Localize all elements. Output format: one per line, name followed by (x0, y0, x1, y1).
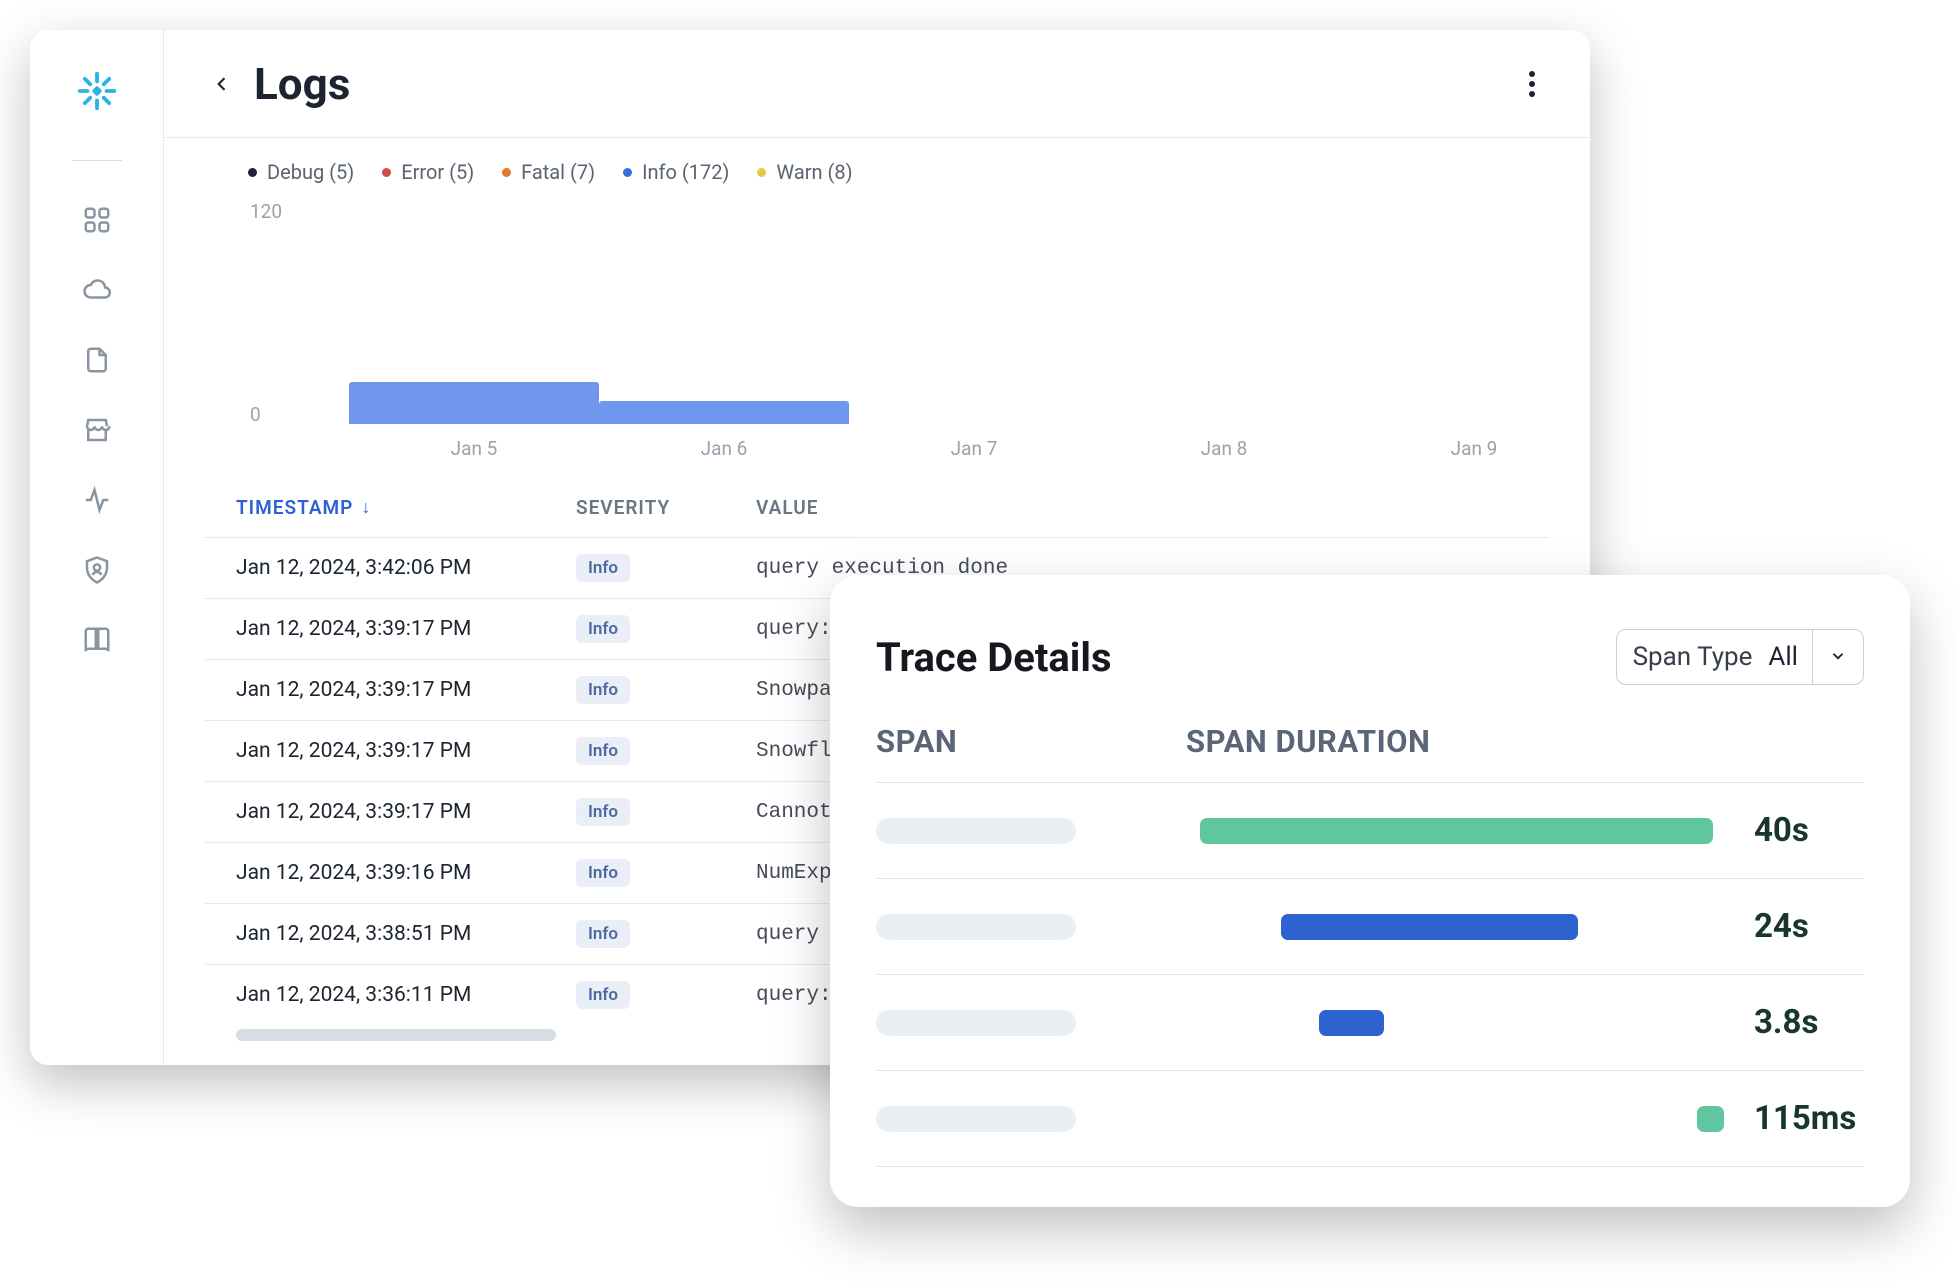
apps-icon[interactable] (80, 203, 114, 237)
column-header-value[interactable]: VALUE (756, 496, 1518, 519)
legend-label: Debug (5) (267, 160, 354, 184)
duration-label: 40s (1754, 811, 1864, 850)
span-name-placeholder (876, 914, 1076, 940)
trace-row[interactable]: 40s (876, 782, 1864, 878)
x-axis-tick: Jan 8 (1201, 437, 1248, 460)
legend-label: Fatal (7) (521, 160, 595, 184)
severity-badge: Info (576, 798, 630, 826)
x-axis-tick: Jan 7 (951, 437, 998, 460)
shield-user-icon[interactable] (80, 553, 114, 587)
severity-badge: Info (576, 859, 630, 887)
cell-timestamp: Jan 12, 2024, 3:36:11 PM (236, 983, 576, 1007)
trace-row[interactable]: 24s (876, 878, 1864, 974)
cell-timestamp: Jan 12, 2024, 3:39:17 PM (236, 800, 576, 824)
legend-swatch-icon (248, 168, 257, 177)
chevron-down-icon (1812, 630, 1863, 684)
severity-badge: Info (576, 615, 630, 643)
trace-column-duration: SPAN DURATION (1186, 723, 1864, 760)
chart-canvas: 120 0 Jan 5Jan 6Jan 7Jan 8Jan 9 (204, 196, 1550, 496)
duration-bar (1319, 1010, 1384, 1036)
legend-swatch-icon (757, 168, 766, 177)
cell-timestamp: Jan 12, 2024, 3:39:17 PM (236, 617, 576, 641)
span-type-label: Span Type (1617, 632, 1769, 682)
chart-bar[interactable] (349, 382, 599, 425)
page-title: Logs (254, 58, 350, 110)
legend-swatch-icon (623, 168, 632, 177)
x-axis-tick: Jan 5 (451, 437, 498, 460)
duration-label: 24s (1754, 907, 1864, 946)
duration-label: 3.8s (1754, 1003, 1864, 1042)
cell-severity: Info (576, 615, 756, 643)
legend-item[interactable]: Debug (5) (248, 160, 354, 184)
trace-row[interactable]: 3.8s (876, 974, 1864, 1070)
column-header-severity[interactable]: SEVERITY (576, 496, 756, 519)
snowflake-logo-icon (74, 68, 120, 118)
cell-severity: Info (576, 859, 756, 887)
cloud-icon[interactable] (80, 273, 114, 307)
legend-swatch-icon (502, 168, 511, 177)
cell-timestamp: Jan 12, 2024, 3:39:16 PM (236, 861, 576, 885)
legend-label: Info (172) (642, 160, 729, 184)
cell-severity: Info (576, 798, 756, 826)
cell-timestamp: Jan 12, 2024, 3:42:06 PM (236, 556, 576, 580)
cell-severity: Info (576, 554, 756, 582)
sidebar-divider (72, 160, 122, 161)
log-volume-chart: Debug (5) Error (5) Fatal (7) Info (172) War… (164, 138, 1590, 496)
left-sidebar (30, 30, 164, 1065)
cell-severity: Info (576, 737, 756, 765)
legend-item[interactable]: Fatal (7) (502, 160, 595, 184)
span-type-value: All (1768, 642, 1812, 672)
legend-item[interactable]: Info (172) (623, 160, 729, 184)
span-name-placeholder (876, 818, 1076, 844)
span-name-placeholder (876, 1010, 1076, 1036)
legend-item[interactable]: Warn (8) (757, 160, 852, 184)
cell-severity: Info (576, 981, 756, 1009)
cell-severity: Info (576, 676, 756, 704)
severity-badge: Info (576, 920, 630, 948)
duration-bar (1697, 1106, 1724, 1132)
cell-severity: Info (576, 920, 756, 948)
severity-badge: Info (576, 737, 630, 765)
severity-badge: Info (576, 554, 630, 582)
column-header-timestamp[interactable]: TIMESTAMP ↓ (236, 496, 576, 519)
more-menu-button[interactable] (1512, 64, 1552, 104)
book-icon[interactable] (80, 623, 114, 657)
cell-timestamp: Jan 12, 2024, 3:39:17 PM (236, 678, 576, 702)
legend-item[interactable]: Error (5) (382, 160, 474, 184)
chart-bar[interactable] (599, 401, 849, 424)
y-axis-tick: 120 (250, 200, 282, 223)
severity-badge: Info (576, 981, 630, 1009)
trace-title: Trace Details (876, 634, 1112, 681)
duration-label: 115ms (1754, 1099, 1864, 1138)
page-header: Logs (164, 30, 1590, 138)
severity-badge: Info (576, 676, 630, 704)
cell-timestamp: Jan 12, 2024, 3:38:51 PM (236, 922, 576, 946)
x-axis-tick: Jan 6 (701, 437, 748, 460)
duration-bar (1200, 818, 1713, 844)
legend-label: Error (5) (401, 160, 474, 184)
trace-row[interactable]: 115ms (876, 1070, 1864, 1166)
activity-icon[interactable] (80, 483, 114, 517)
span-name-placeholder (876, 1106, 1076, 1132)
trace-column-span: SPAN (876, 723, 1186, 760)
back-button[interactable] (202, 64, 242, 104)
file-icon[interactable] (80, 343, 114, 377)
chart-legend: Debug (5) Error (5) Fatal (7) Info (172) War… (204, 160, 1550, 184)
legend-swatch-icon (382, 168, 391, 177)
cell-timestamp: Jan 12, 2024, 3:39:17 PM (236, 739, 576, 763)
sort-arrow-icon: ↓ (361, 497, 371, 518)
span-type-dropdown[interactable]: Span Type All (1616, 629, 1864, 685)
trace-details-panel: Trace Details Span Type All SPAN SPAN DU… (830, 575, 1910, 1207)
store-icon[interactable] (80, 413, 114, 447)
x-axis-tick: Jan 9 (1451, 437, 1498, 460)
duration-bar (1281, 914, 1578, 940)
legend-label: Warn (8) (776, 160, 852, 184)
